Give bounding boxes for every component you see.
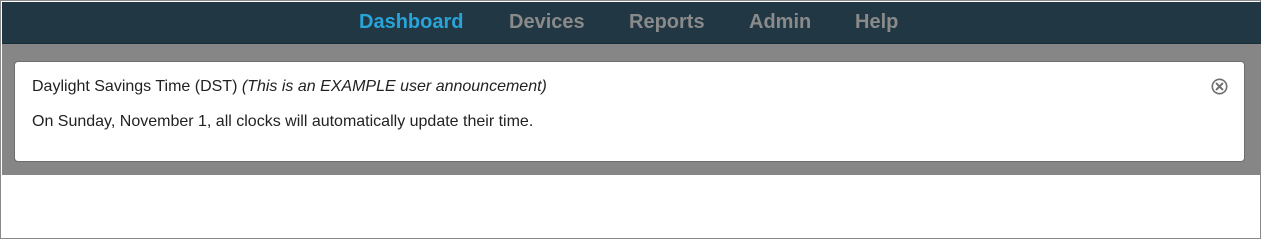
- announcement-title-text: Daylight Savings Time (DST): [32, 78, 238, 95]
- announcement-example-note: (This is an EXAMPLE user announcement): [241, 78, 547, 95]
- nav-item-help[interactable]: Help: [855, 2, 898, 44]
- app-frame: Dashboard Devices Reports Admin Help Day…: [0, 0, 1261, 239]
- nav-item-dashboard[interactable]: Dashboard: [359, 2, 463, 44]
- user-announcement: Daylight Savings Time (DST) (This is an …: [14, 61, 1245, 162]
- announcement-body: On Sunday, November 1, all clocks will a…: [32, 113, 534, 130]
- nav-item-reports[interactable]: Reports: [629, 2, 705, 44]
- close-circle-icon: [1211, 78, 1228, 95]
- nav-item-admin[interactable]: Admin: [749, 2, 811, 44]
- announcement-banner-area: Daylight Savings Time (DST) (This is an …: [2, 44, 1261, 175]
- close-announcement-button[interactable]: [1211, 78, 1228, 95]
- top-navigation-bar: Dashboard Devices Reports Admin Help: [2, 2, 1261, 44]
- nav-item-devices[interactable]: Devices: [509, 2, 585, 44]
- announcement-title: Daylight Savings Time (DST) (This is an …: [32, 78, 547, 96]
